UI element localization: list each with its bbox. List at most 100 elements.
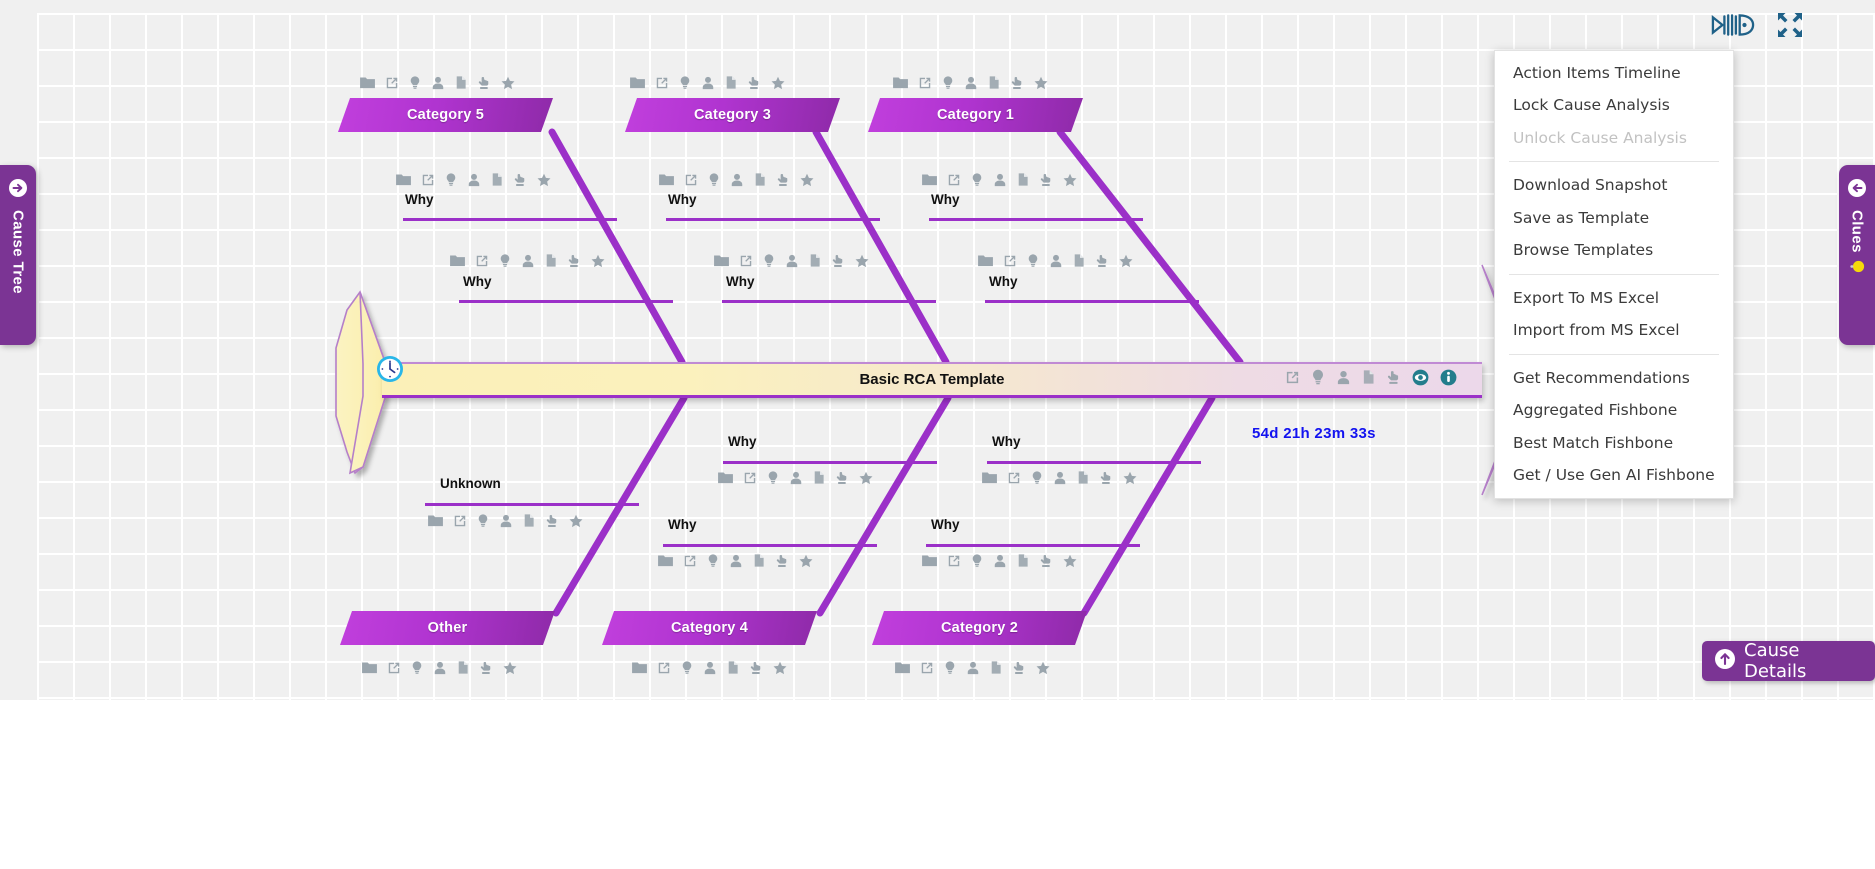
why-node-icon-row-w7[interactable] [718,470,873,485]
lightbulb-icon[interactable] [411,660,423,675]
external-link-icon[interactable] [657,661,671,675]
star-icon[interactable] [569,514,583,528]
why-node-icon-row-w9[interactable] [982,470,1137,485]
why-node-icon-row-w10[interactable] [922,553,1077,568]
hand-pointer-icon[interactable] [567,254,581,268]
category-node-cat2[interactable]: Category 2 [872,611,1087,645]
document-icon[interactable] [727,660,739,675]
person-icon[interactable] [730,173,744,187]
why-node-label-w4[interactable]: Why [726,274,755,289]
menu-item-get-recommendations[interactable]: Get Recommendations [1495,362,1733,394]
star-icon[interactable] [771,76,785,90]
external-link-icon[interactable] [743,471,757,485]
why-node-icon-row-wu[interactable] [428,513,583,528]
lightbulb-icon[interactable] [942,75,954,90]
document-icon[interactable] [1073,253,1085,268]
hand-pointer-icon[interactable] [775,554,789,568]
hand-pointer-icon[interactable] [477,76,491,90]
external-link-icon[interactable] [1285,370,1300,390]
external-link-icon[interactable] [947,554,961,568]
external-link-icon[interactable] [1003,254,1017,268]
document-icon[interactable] [753,553,765,568]
category-node-cat3[interactable]: Category 3 [625,98,840,132]
star-icon[interactable] [537,173,551,187]
star-icon[interactable] [855,254,869,268]
document-icon[interactable] [1077,470,1089,485]
why-node-icon-row-w6[interactable] [978,253,1133,268]
person-icon[interactable] [1049,254,1063,268]
external-link-icon[interactable] [1007,471,1021,485]
menu-item-download-snapshot[interactable]: Download Snapshot [1495,169,1733,201]
folder-icon[interactable] [982,471,997,484]
star-icon[interactable] [1034,76,1048,90]
folder-icon[interactable] [893,76,908,89]
why-node-label-w7[interactable]: Why [728,434,757,449]
hand-pointer-icon[interactable] [747,76,761,90]
lightbulb-icon[interactable] [763,253,775,268]
external-link-icon[interactable] [918,76,932,90]
document-icon[interactable] [457,660,469,675]
folder-icon[interactable] [450,254,465,267]
lightbulb-icon[interactable] [409,75,421,90]
why-node-label-w1[interactable]: Why [405,192,434,207]
category-icon-row[interactable] [893,75,1048,90]
person-icon[interactable] [521,254,535,268]
sidebar-tab-cause-tree[interactable]: Cause Tree [0,165,36,345]
hand-pointer-icon[interactable] [1095,254,1109,268]
external-link-icon[interactable] [475,254,489,268]
hand-pointer-icon[interactable] [1099,471,1113,485]
document-icon[interactable] [523,513,535,528]
lightbulb-icon[interactable] [707,553,719,568]
document-icon[interactable] [1017,172,1029,187]
folder-icon[interactable] [362,661,377,674]
hand-pointer-icon[interactable] [1386,370,1401,390]
folder-icon[interactable] [632,661,647,674]
menu-item-action-items-timeline[interactable]: Action Items Timeline [1495,57,1733,89]
hand-pointer-icon[interactable] [1010,76,1024,90]
person-icon[interactable] [993,173,1007,187]
external-link-icon[interactable] [683,554,697,568]
lightbulb-icon[interactable] [944,660,956,675]
category-icon-row[interactable] [632,660,787,675]
category-node-cat1[interactable]: Category 1 [868,98,1083,132]
person-icon[interactable] [433,661,447,675]
document-icon[interactable] [754,172,766,187]
folder-icon[interactable] [658,554,673,567]
menu-item-lock-cause-analysis[interactable]: Lock Cause Analysis [1495,89,1733,121]
star-icon[interactable] [859,471,873,485]
why-node-icon-row-w2[interactable] [450,253,605,268]
star-icon[interactable] [503,661,517,675]
category-node-cat5[interactable]: Category 5 [338,98,553,132]
category-node-other[interactable]: Other [340,611,555,645]
category-icon-row[interactable] [630,75,785,90]
hand-pointer-icon[interactable] [1039,173,1053,187]
why-node-label-w10[interactable]: Why [931,517,960,532]
document-icon[interactable] [545,253,557,268]
external-link-icon[interactable] [421,173,435,187]
menu-item-import-from-ms-excel[interactable]: Import from MS Excel [1495,314,1733,346]
external-link-icon[interactable] [920,661,934,675]
options-dropdown-menu[interactable]: Action Items Timeline Lock Cause Analysis… [1494,50,1734,499]
document-icon[interactable] [809,253,821,268]
lightbulb-icon[interactable] [1031,470,1043,485]
why-node-label-w3[interactable]: Why [668,192,697,207]
star-icon[interactable] [591,254,605,268]
folder-icon[interactable] [360,76,375,89]
person-icon[interactable] [703,661,717,675]
person-icon[interactable] [431,76,445,90]
hand-pointer-icon[interactable] [513,173,527,187]
category-node-cat4[interactable]: Category 4 [602,611,817,645]
spine-toolbar[interactable] [1285,369,1457,391]
folder-icon[interactable] [428,514,443,527]
star-icon[interactable] [799,554,813,568]
folder-icon[interactable] [895,661,910,674]
why-node-label-wu[interactable]: Unknown [440,476,501,491]
lightbulb-icon[interactable] [971,172,983,187]
external-link-icon[interactable] [947,173,961,187]
lightbulb-icon[interactable] [767,470,779,485]
person-icon[interactable] [1336,370,1351,390]
collapse-icon[interactable] [1777,12,1803,38]
star-icon[interactable] [1063,173,1077,187]
menu-item-aggregated-fishbone[interactable]: Aggregated Fishbone [1495,394,1733,426]
document-icon[interactable] [1362,369,1375,390]
